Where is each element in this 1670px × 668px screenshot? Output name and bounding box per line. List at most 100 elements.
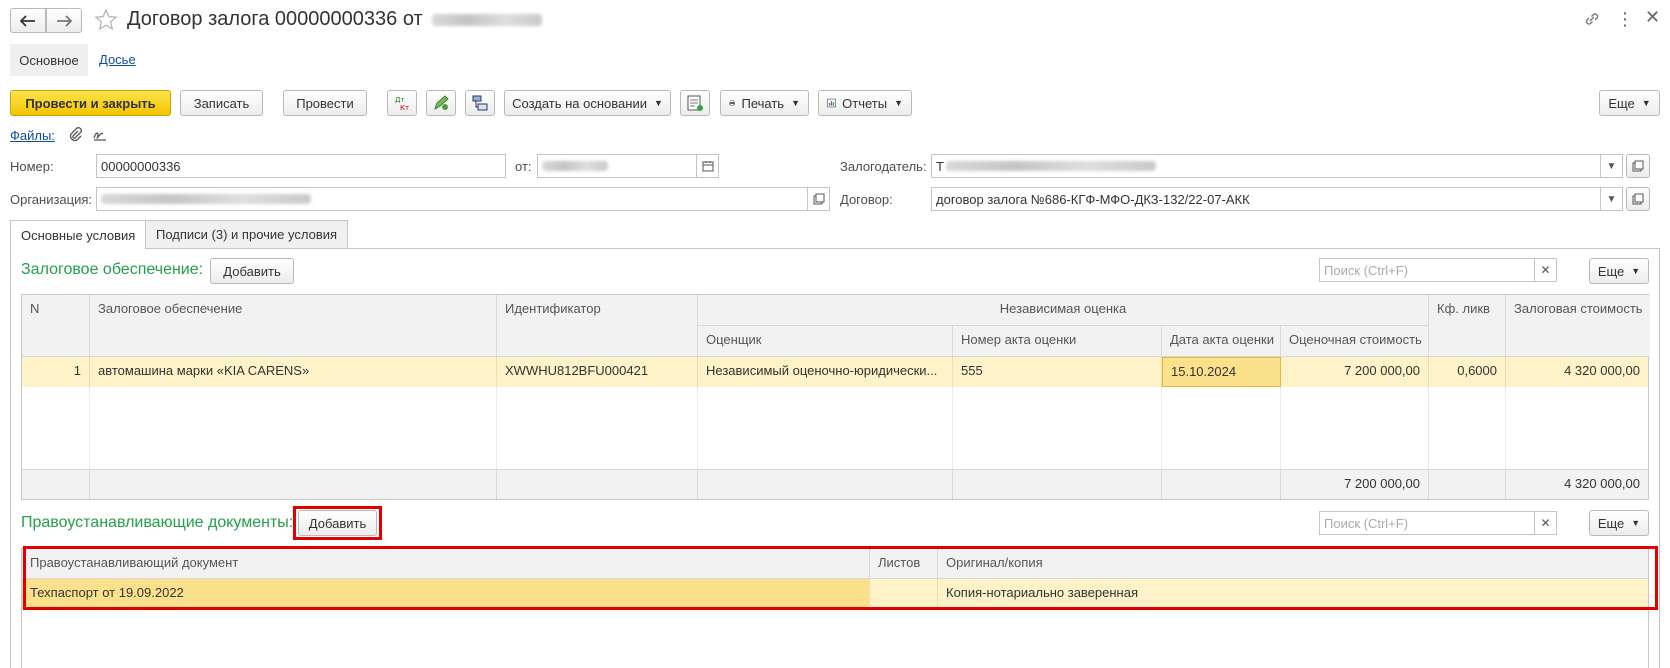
date-field[interactable] bbox=[537, 154, 719, 178]
col-header-identifier[interactable]: Идентификатор bbox=[497, 295, 698, 357]
pledger-open-button[interactable] bbox=[1626, 154, 1650, 178]
back-button[interactable] bbox=[10, 8, 46, 33]
paperclip-icon[interactable] bbox=[67, 126, 83, 142]
forward-button[interactable] bbox=[46, 8, 82, 33]
more-button[interactable]: Еще ▼ bbox=[1599, 90, 1660, 116]
cell-n[interactable]: 1 bbox=[22, 357, 90, 387]
col-header-pledge-value[interactable]: Залоговая стоимость bbox=[1506, 295, 1650, 357]
document-report-button[interactable] bbox=[680, 90, 710, 116]
tab-main-label: Основное bbox=[19, 52, 79, 68]
calendar-icon[interactable] bbox=[696, 155, 718, 177]
open-window-icon[interactable] bbox=[807, 188, 829, 210]
clear-search-icon[interactable]: ✕ bbox=[1534, 259, 1556, 281]
tab-main[interactable]: Основное bbox=[10, 44, 88, 76]
title-docs-section-title: Правоустанавливающие документы: bbox=[21, 514, 294, 531]
collateral-search-placeholder: Поиск (Ctrl+F) bbox=[1324, 262, 1409, 278]
col-header-sheets[interactable]: Листов bbox=[870, 549, 938, 579]
col-header-act-number[interactable]: Номер акта оценки bbox=[953, 326, 1162, 357]
pledger-field[interactable]: Т ▼ bbox=[931, 154, 1623, 178]
cell-original[interactable]: Копия-нотариально заверенная bbox=[938, 579, 1648, 609]
title-docs-search-input[interactable]: Поиск (Ctrl+F) ✕ bbox=[1319, 511, 1557, 535]
title-docs-more-button[interactable]: Еще ▼ bbox=[1589, 510, 1649, 536]
tab-main-conditions-label: Основные условия bbox=[21, 227, 136, 243]
post-button[interactable]: Провести bbox=[283, 90, 367, 116]
col-header-act-date[interactable]: Дата акта оценки bbox=[1162, 326, 1281, 357]
print-button[interactable]: Печать ▼ bbox=[720, 90, 809, 116]
col-header-n[interactable]: N bbox=[22, 295, 90, 357]
chevron-down-icon: ▼ bbox=[894, 98, 903, 108]
dropdown-chevron-icon[interactable]: ▼ bbox=[1600, 188, 1622, 210]
number-value: 00000000336 bbox=[101, 158, 181, 174]
table-row[interactable]: 1 автомашина марки «KIA CARENS» XWWHU812… bbox=[22, 357, 1648, 387]
open-window-icon bbox=[1632, 193, 1644, 205]
chevron-down-icon: ▼ bbox=[1631, 266, 1641, 276]
files-link[interactable]: Файлы: bbox=[10, 128, 55, 143]
title-docs-more-label: Еще bbox=[1597, 515, 1625, 531]
reports-label: Отчеты bbox=[842, 95, 888, 111]
cell-collateral[interactable]: автомашина марки «KIA CARENS» bbox=[90, 357, 497, 387]
chevron-down-icon: ▼ bbox=[653, 98, 663, 108]
contract-open-button[interactable] bbox=[1626, 187, 1650, 211]
col-header-appraiser[interactable]: Оценщик bbox=[698, 326, 953, 357]
dropdown-chevron-icon[interactable]: ▼ bbox=[1600, 155, 1622, 177]
footer-appraiser bbox=[698, 469, 953, 499]
clear-search-icon[interactable]: ✕ bbox=[1534, 512, 1556, 534]
tab-main-conditions[interactable]: Основные условия bbox=[10, 220, 147, 249]
cell-pledge-value[interactable]: 4 320 000,00 bbox=[1506, 357, 1648, 387]
footer-pledge-total: 4 320 000,00 bbox=[1506, 469, 1648, 499]
cell-sheets[interactable] bbox=[870, 579, 938, 609]
cell-appraiser[interactable]: Независимый оценочно-юридически... bbox=[698, 357, 953, 387]
title-docs-search-placeholder: Поиск (Ctrl+F) bbox=[1324, 515, 1409, 531]
cell-document[interactable]: Техпаспорт от 19.09.2022 bbox=[22, 579, 870, 609]
col-header-liquidity[interactable]: Кф. ликв bbox=[1429, 295, 1506, 357]
cell-appraised-value[interactable]: 7 200 000,00 bbox=[1281, 357, 1429, 387]
title-docs-table[interactable]: Правоустанавливающий документ Листов Ори… bbox=[21, 548, 1649, 668]
report-chart-icon bbox=[827, 98, 836, 108]
footer-n bbox=[22, 469, 90, 499]
collateral-search-input[interactable]: Поиск (Ctrl+F) ✕ bbox=[1319, 258, 1557, 282]
col-header-independent-appraisal[interactable]: Независимая оценка bbox=[698, 295, 1429, 326]
col-header-collateral[interactable]: Залоговое обеспечение bbox=[90, 295, 497, 357]
title-docs-add-button[interactable]: Добавить bbox=[298, 510, 377, 536]
blurred-date bbox=[432, 13, 543, 26]
save-button[interactable]: Записать bbox=[180, 90, 263, 116]
dt-kt-button[interactable]: Дт Кт bbox=[387, 90, 417, 116]
tab-signatures[interactable]: Подписи (3) и прочие условия bbox=[145, 220, 349, 248]
link-icon[interactable] bbox=[1583, 10, 1601, 28]
structure-button[interactable] bbox=[465, 90, 495, 116]
close-icon[interactable]: ✕ bbox=[1645, 7, 1660, 28]
reports-button[interactable]: Отчеты ▼ bbox=[818, 90, 912, 116]
edit-green-button[interactable] bbox=[426, 90, 456, 116]
pledger-label: Залогодатель: bbox=[840, 159, 927, 174]
col-header-appraised-value[interactable]: Оценочная стоимость bbox=[1281, 326, 1429, 357]
post-and-close-button[interactable]: Провести и закрыть bbox=[10, 90, 171, 116]
table-row[interactable]: Техпаспорт от 19.09.2022 Копия-нотариаль… bbox=[22, 579, 1648, 609]
page-title: Договор залога 00000000336 от bbox=[127, 8, 543, 31]
signature-icon[interactable] bbox=[92, 126, 108, 142]
dt-kt-icon: ДтКт bbox=[395, 96, 409, 112]
favorite-star-icon[interactable] bbox=[94, 8, 118, 32]
cell-identifier[interactable]: XWWHU812BFU000421 bbox=[497, 357, 698, 387]
collateral-add-button[interactable]: Добавить bbox=[210, 258, 294, 284]
col-header-document[interactable]: Правоустанавливающий документ bbox=[22, 549, 870, 579]
footer-act-date bbox=[1162, 469, 1281, 499]
kebab-icon[interactable]: ⋮ bbox=[1616, 9, 1634, 30]
tab-dossier[interactable]: Досье bbox=[99, 52, 136, 67]
svg-text:Кт: Кт bbox=[400, 104, 409, 112]
arrow-right-icon bbox=[57, 14, 72, 27]
number-field[interactable]: 00000000336 bbox=[96, 154, 506, 178]
pledger-value: Т bbox=[936, 158, 944, 174]
col-header-original[interactable]: Оригинал/копия bbox=[938, 549, 1648, 579]
document-report-icon bbox=[687, 95, 703, 111]
cell-liquidity[interactable]: 0,6000 bbox=[1429, 357, 1506, 387]
cell-act-date[interactable]: 15.10.2024 bbox=[1162, 357, 1281, 387]
organization-field[interactable] bbox=[96, 187, 830, 211]
collateral-table[interactable]: N Залоговое обеспечение Идентификатор Не… bbox=[21, 294, 1650, 500]
contract-field[interactable]: договор залога №686-КГФ-МФО-ДКЗ-132/22-0… bbox=[931, 187, 1623, 211]
organization-label: Организация: bbox=[10, 192, 93, 207]
more-label: Еще bbox=[1608, 95, 1635, 111]
create-based-button[interactable]: Создать на основании ▼ bbox=[504, 90, 671, 116]
cell-act-number[interactable]: 555 bbox=[953, 357, 1162, 387]
footer-identifier bbox=[497, 469, 698, 499]
collateral-more-button[interactable]: Еще ▼ bbox=[1589, 258, 1649, 284]
